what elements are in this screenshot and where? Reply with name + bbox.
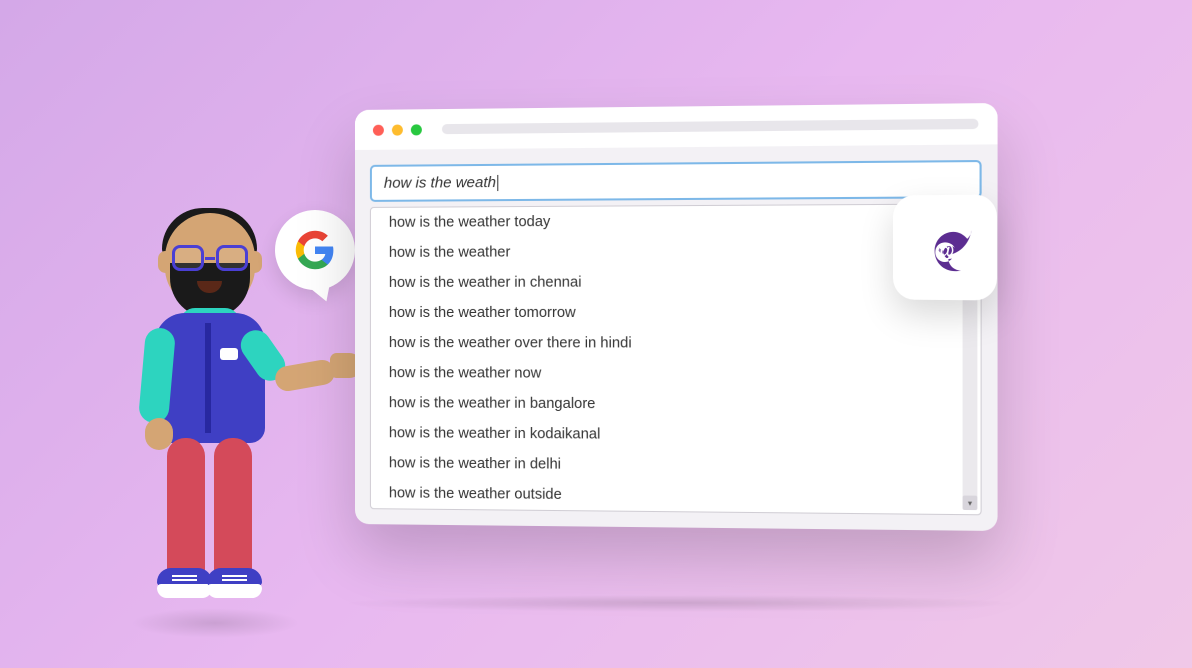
close-icon[interactable] [373,124,384,135]
browser-titlebar [355,103,998,150]
suggestion-item[interactable]: how is the weather tomorrow [371,297,981,328]
browser-window: how is the weath how is the weather toda… [355,103,998,531]
svg-text:@: @ [935,239,954,261]
suggestion-item[interactable]: how is the weather today [371,204,981,238]
browser-shadow [319,595,1041,612]
suggestion-item[interactable]: how is the weather [371,235,981,268]
suggestion-item[interactable]: how is the weather now [371,358,981,390]
blazor-badge: @ [893,195,997,301]
google-icon [294,229,336,271]
autocomplete-dropdown: how is the weather today how is the weat… [370,203,982,515]
blazor-icon: @ [910,212,979,282]
suggestion-item[interactable]: how is the weather outside [371,478,981,514]
url-bar[interactable] [442,119,979,134]
suggestion-item[interactable]: how is the weather in bangalore [371,388,981,421]
search-input[interactable]: how is the weath [370,160,982,202]
suggestion-item[interactable]: how is the weather over there in hindi [371,328,981,359]
suggestion-item[interactable]: how is the weather in chennai [371,266,981,298]
minimize-icon[interactable] [392,124,403,135]
google-speech-bubble [275,210,355,290]
character-illustration [120,213,300,633]
scrollbar-down-icon[interactable]: ▾ [963,496,978,511]
suggestion-item[interactable]: how is the weather in kodaikanal [371,418,981,452]
maximize-icon[interactable] [411,124,422,135]
